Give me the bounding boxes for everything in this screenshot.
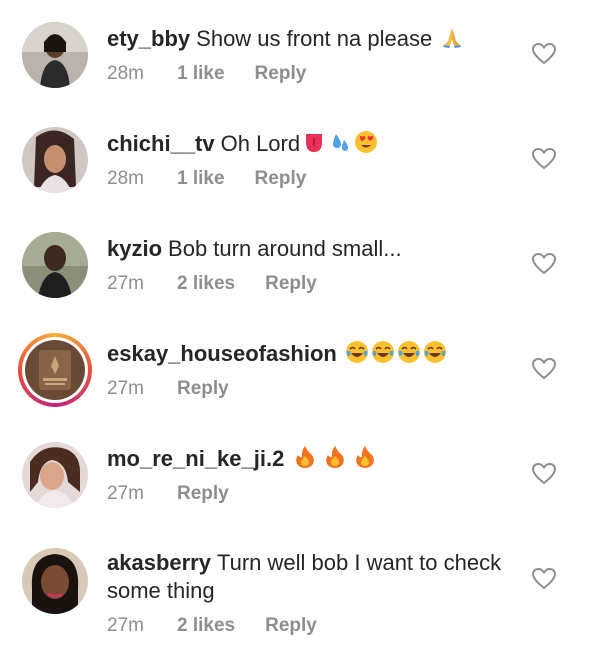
heart-eyes-icon bbox=[354, 130, 378, 161]
reply-button[interactable]: Reply bbox=[255, 167, 307, 191]
comment-body: Show us front na please bbox=[196, 26, 433, 51]
likes-count[interactable]: 1 like bbox=[177, 167, 225, 191]
timestamp: 27m bbox=[107, 273, 144, 294]
comment-meta: 27m Reply bbox=[107, 377, 229, 401]
comment-text: chichi__tv Oh Lord bbox=[107, 130, 517, 161]
tears-of-joy-icon bbox=[371, 340, 395, 371]
timestamp: 27m bbox=[107, 615, 144, 636]
reply-button[interactable]: Reply bbox=[177, 377, 229, 401]
avatar[interactable] bbox=[22, 22, 88, 88]
likes-count[interactable]: 2 likes bbox=[177, 272, 235, 296]
username[interactable]: mo_re_ni_ke_ji.2 bbox=[107, 446, 284, 471]
timestamp: 27m bbox=[107, 378, 144, 399]
comment-meta: 27m Reply bbox=[107, 482, 229, 506]
avatar[interactable] bbox=[22, 442, 88, 508]
tears-of-joy-icon bbox=[397, 340, 421, 371]
likes-count[interactable]: 1 like bbox=[177, 62, 225, 86]
username[interactable]: chichi__tv bbox=[107, 131, 215, 156]
comment-body: Oh Lord bbox=[220, 131, 301, 156]
reply-button[interactable]: Reply bbox=[265, 272, 317, 296]
fire-icon bbox=[324, 445, 346, 476]
timestamp: 28m bbox=[107, 168, 144, 189]
avatar[interactable] bbox=[22, 232, 88, 298]
folded-hands-icon bbox=[440, 25, 464, 56]
like-heart-icon[interactable] bbox=[531, 252, 557, 276]
comment-meta: 27m 2 likes Reply bbox=[107, 614, 317, 638]
reply-button[interactable]: Reply bbox=[177, 482, 229, 506]
comment-text: eskay_houseofashion bbox=[107, 340, 517, 371]
timestamp: 28m bbox=[107, 63, 144, 84]
comment-text: akasberry Turn well bob I want to check s… bbox=[107, 549, 517, 605]
comment-meta: 28m 1 like Reply bbox=[107, 62, 306, 86]
like-heart-icon[interactable] bbox=[531, 147, 557, 171]
comment-text: mo_re_ni_ke_ji.2 bbox=[107, 445, 517, 476]
tongue-icon bbox=[302, 130, 326, 161]
likes-count[interactable]: 2 likes bbox=[177, 614, 235, 638]
fire-icon bbox=[294, 445, 316, 476]
comment-text: kyzio Bob turn around small... bbox=[107, 235, 517, 263]
comment-text: ety_bby Show us front na please bbox=[107, 25, 517, 56]
like-heart-icon[interactable] bbox=[531, 42, 557, 66]
sweat-droplets-icon bbox=[328, 130, 352, 161]
comment-body: Bob turn around small... bbox=[168, 236, 402, 261]
username[interactable]: ety_bby bbox=[107, 26, 190, 51]
timestamp: 27m bbox=[107, 483, 144, 504]
avatar[interactable] bbox=[22, 548, 88, 614]
like-heart-icon[interactable] bbox=[531, 462, 557, 486]
comment-meta: 28m 1 like Reply bbox=[107, 167, 306, 191]
reply-button[interactable]: Reply bbox=[255, 62, 307, 86]
username[interactable]: eskay_houseofashion bbox=[107, 341, 337, 366]
avatar-with-story-ring[interactable] bbox=[18, 333, 92, 407]
reply-button[interactable]: Reply bbox=[265, 614, 317, 638]
like-heart-icon[interactable] bbox=[531, 567, 557, 591]
tears-of-joy-icon bbox=[423, 340, 447, 371]
username[interactable]: akasberry bbox=[107, 550, 211, 575]
like-heart-icon[interactable] bbox=[531, 357, 557, 381]
tears-of-joy-icon bbox=[345, 340, 369, 371]
avatar[interactable] bbox=[22, 127, 88, 193]
comment-meta: 27m 2 likes Reply bbox=[107, 272, 317, 296]
fire-icon bbox=[354, 445, 376, 476]
username[interactable]: kyzio bbox=[107, 236, 162, 261]
